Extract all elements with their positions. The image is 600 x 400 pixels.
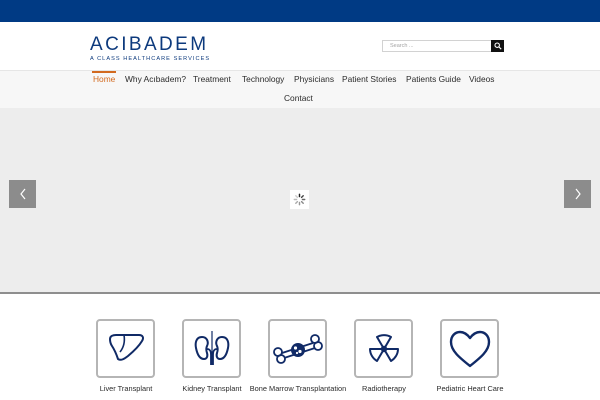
brand-name: ACIBADEM [90, 34, 209, 55]
service-icon-box [182, 319, 241, 378]
heart-icon [449, 330, 490, 367]
slider-prev-button[interactable] [9, 180, 36, 208]
service-icon-box [440, 319, 499, 378]
kidneys-icon [194, 330, 229, 365]
service-pediatric-heart[interactable]: Pediatric Heart Care [437, 319, 503, 393]
main-navigation: Home Why Acıbadem? Treatment Technology … [0, 70, 600, 108]
nav-patient-stories[interactable]: Patient Stories [342, 74, 396, 84]
nav-home[interactable]: Home [93, 74, 115, 84]
service-icon-box [268, 319, 327, 378]
liver-icon [108, 333, 144, 361]
service-liver-transplant[interactable]: Liver Transplant [96, 319, 156, 393]
slider-next-button[interactable] [564, 180, 591, 208]
nav-contact[interactable]: Contact [284, 93, 313, 103]
search-button[interactable] [491, 40, 504, 52]
service-kidney-transplant[interactable]: Kidney Transplant [182, 319, 242, 393]
nav-technology[interactable]: Technology [242, 74, 284, 84]
search-form [382, 40, 504, 52]
hero-slider [0, 108, 600, 294]
nav-videos[interactable]: Videos [469, 74, 494, 84]
slider-loader [290, 190, 309, 209]
services-section: Liver Transplant Kidney Transplant Bone … [0, 296, 600, 400]
brand-tagline: A CLASS HEALTHCARE SERVICES [90, 56, 211, 62]
spinner-icon [293, 193, 306, 206]
search-input[interactable] [382, 40, 491, 52]
search-icon [493, 42, 502, 50]
radiation-icon [368, 333, 399, 362]
site-header: ACIBADEM A CLASS HEALTHCARE SERVICES [0, 22, 600, 70]
bone-icon [272, 333, 323, 364]
nav-patients-guide[interactable]: Patients Guide [406, 74, 461, 84]
service-label: Pediatric Heart Care [436, 384, 504, 393]
nav-why-acibadem[interactable]: Why Acıbadem? [125, 74, 186, 84]
service-radiotherapy[interactable]: Radiotherapy [354, 319, 414, 393]
top-bar [0, 0, 600, 22]
service-bone-marrow[interactable]: Bone Marrow Transplantation [250, 319, 346, 393]
nav-treatment[interactable]: Treatment [193, 74, 231, 84]
chevron-right-icon [575, 188, 581, 200]
chevron-left-icon [19, 188, 25, 200]
service-icon-box [354, 319, 413, 378]
acibadem-logo[interactable]: ACIBADEM A CLASS HEALTHCARE SERVICES [90, 34, 211, 63]
service-icon-box [96, 319, 155, 378]
nav-physicians[interactable]: Physicians [294, 74, 334, 84]
active-indicator [92, 71, 116, 73]
